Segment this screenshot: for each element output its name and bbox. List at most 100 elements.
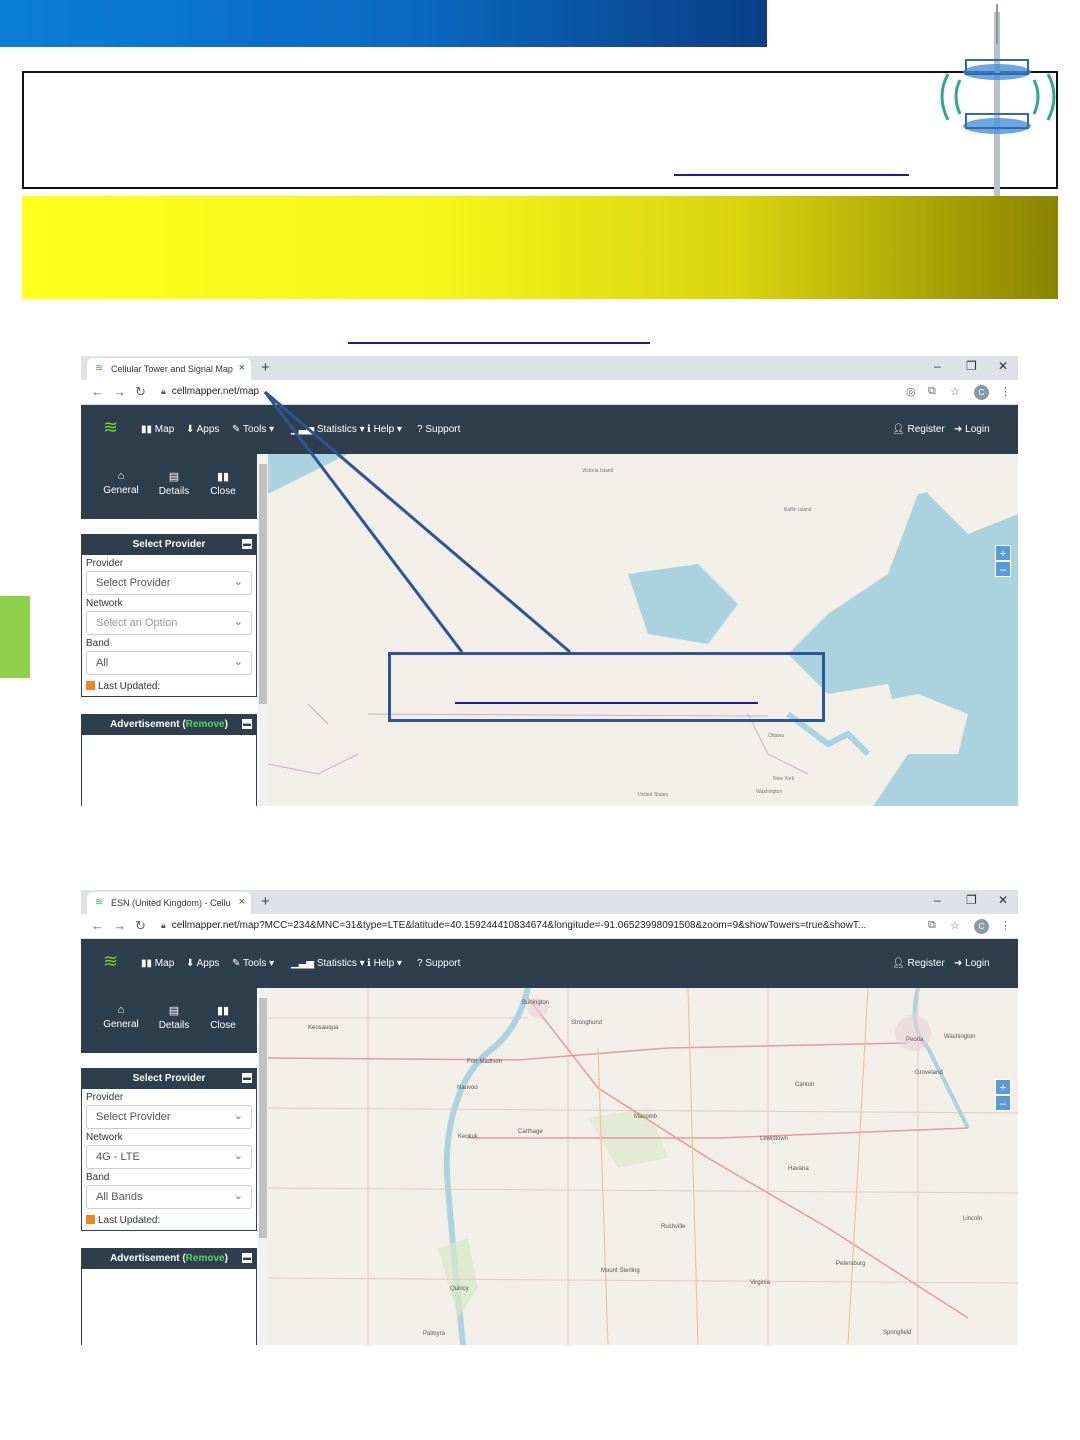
minimize-icon[interactable]: – <box>934 893 941 907</box>
star-icon[interactable]: ☆ <box>950 385 960 398</box>
wifi-icon: ≋ <box>95 897 104 908</box>
minimize-icon[interactable]: – <box>934 359 941 373</box>
register-button[interactable]: 👤︎ Register <box>892 424 945 435</box>
plus-icon[interactable]: + <box>261 893 270 910</box>
signal-logo-icon[interactable]: ≋ <box>103 951 118 972</box>
reload-icon[interactable]: ↻ <box>135 918 146 934</box>
remove-ad-link[interactable]: Remove <box>186 1253 225 1264</box>
collapse-icon[interactable]: ▬ <box>242 1253 252 1263</box>
general-button[interactable]: ⌂ General <box>96 470 146 496</box>
sidebar: ⌂ General ▤ Details ▮▮ Close Select Provide… <box>81 988 257 1345</box>
map-canvas[interactable]: Burlington Keosauqua Stronghurst Peoria … <box>268 988 1018 1345</box>
collapse-icon[interactable]: ▬ <box>242 539 252 549</box>
map-label-nauvoo: Nauvoo <box>457 1085 478 1091</box>
nav-help[interactable]: ℹ Help ▾ <box>367 424 402 435</box>
plus-icon[interactable]: + <box>261 359 270 376</box>
map-icon: ▮▮ <box>216 1005 230 1017</box>
back-arrow-icon[interactable]: ← <box>91 918 104 933</box>
band-select[interactable]: All Bands ⌄ <box>86 1185 252 1209</box>
url-input[interactable]: 🔒︎ cellmapper.net/map <box>161 386 921 397</box>
map-label-baffin: Baffin Island <box>784 507 812 513</box>
more-vert-icon[interactable]: ⋮ <box>1000 919 1011 932</box>
callout-box <box>388 652 825 722</box>
collapse-icon[interactable]: ▬ <box>242 1073 252 1083</box>
back-arrow-icon[interactable]: ← <box>91 384 104 399</box>
login-button[interactable]: ➜ Login <box>954 958 990 969</box>
zoom-in-button[interactable]: + <box>995 545 1011 561</box>
intro-link-underline[interactable] <box>674 174 909 176</box>
nav-apps[interactable]: ⬇ Apps <box>186 424 219 435</box>
star-icon[interactable]: ☆ <box>950 919 960 932</box>
url-input[interactable]: 🔒︎ cellmapper.net/map?MCC=234&MNC=31&type… <box>161 920 916 931</box>
nav-statistics[interactable]: ▁▃▅ Statistics ▾ <box>291 958 365 969</box>
forward-arrow-icon[interactable]: → <box>113 918 126 933</box>
yellow-banner <box>22 196 1058 299</box>
chevron-down-icon: ⌄ <box>233 1150 243 1162</box>
last-updated: Last Updated: <box>82 1209 256 1230</box>
callout-link-underline[interactable] <box>455 702 758 704</box>
nav-tools[interactable]: ✎ Tools ▾ <box>232 424 274 435</box>
register-button[interactable]: 👤︎ Register <box>892 958 945 969</box>
zoom-out-button[interactable]: – <box>995 561 1011 577</box>
network-select[interactable]: Select an Option ⌄ <box>86 611 252 635</box>
cellmapper-link-underline[interactable] <box>348 342 650 344</box>
avatar[interactable]: C <box>974 919 989 934</box>
map-label-petersburg: Petersburg <box>836 1261 865 1267</box>
remove-ad-link[interactable]: Remove <box>186 719 225 730</box>
band-label: Band <box>86 638 110 649</box>
collapse-icon[interactable]: ▬ <box>242 719 252 729</box>
translate-icon[interactable]: ⧉ <box>928 919 936 932</box>
close-icon[interactable]: × <box>239 362 245 374</box>
nav-map[interactable]: ▮▮ Map <box>141 958 174 969</box>
avatar[interactable]: C <box>974 385 989 400</box>
provider-select[interactable]: Select Provider ⌄ <box>86 1105 252 1129</box>
nav-support[interactable]: ? Support <box>417 958 460 969</box>
zoom-in-button[interactable]: + <box>995 1079 1011 1095</box>
map-label-keokuk: Keokuk <box>458 1134 479 1140</box>
map-label-canton: Canton <box>795 1082 814 1088</box>
details-button[interactable]: ▤ Details <box>149 470 199 497</box>
close-icon[interactable]: × <box>239 896 245 908</box>
rss-icon <box>86 1215 95 1224</box>
location-icon[interactable]: ◎ <box>906 385 916 398</box>
close-window-icon[interactable]: ✕ <box>998 359 1008 373</box>
browser-tab[interactable]: ≋ ESN (United Kingdom) - Cellu × <box>87 892 251 914</box>
nav-apps[interactable]: ⬇ Apps <box>186 958 219 969</box>
restore-icon[interactable]: ❐ <box>966 893 977 907</box>
scrollbar-thumb[interactable] <box>259 998 267 1238</box>
advertisement-panel: Advertisement (Remove) ▬ <box>81 714 257 806</box>
signal-logo-icon[interactable]: ≋ <box>103 417 118 438</box>
details-icon: ▤ <box>168 471 180 483</box>
close-panel-button[interactable]: ▮▮ Close <box>198 1004 248 1031</box>
restore-icon[interactable]: ❐ <box>966 359 977 373</box>
zoom-out-button[interactable]: – <box>995 1095 1011 1111</box>
reload-icon[interactable]: ↻ <box>135 384 146 400</box>
translate-icon[interactable]: ⧉ <box>928 385 936 398</box>
scrollbar-thumb[interactable] <box>259 464 267 704</box>
close-window-icon[interactable]: ✕ <box>998 893 1008 907</box>
forward-arrow-icon[interactable]: → <box>113 384 126 399</box>
nav-help[interactable]: ℹ Help ▾ <box>367 958 402 969</box>
more-vert-icon[interactable]: ⋮ <box>1000 385 1011 398</box>
home-icon: ⌂ <box>117 470 125 482</box>
chevron-down-icon: ⌄ <box>233 656 243 668</box>
nav-support[interactable]: ? Support <box>417 424 460 435</box>
provider-select[interactable]: Select Provider ⌄ <box>86 571 252 595</box>
last-updated: Last Updated: <box>82 675 256 696</box>
provider-label: Provider <box>86 1092 124 1103</box>
band-select[interactable]: All ⌄ <box>86 651 252 675</box>
app-navbar: ≋ ▮▮ Map ⬇ Apps ✎ Tools ▾ ▁▃▅ Statistics… <box>81 405 1018 454</box>
nav-statistics[interactable]: ▁▃▅ Statistics ▾ <box>291 424 365 435</box>
map-label-newyork: New York <box>773 776 795 782</box>
provider-label: Provider <box>86 558 124 569</box>
browser-tab[interactable]: ≋ Cellular Tower and Signal Map × <box>87 358 251 380</box>
wifi-icon: ≋ <box>95 363 104 374</box>
nav-tools[interactable]: ✎ Tools ▾ <box>232 958 274 969</box>
nav-map[interactable]: ▮▮ Map <box>141 424 174 435</box>
general-button[interactable]: ⌂ General <box>96 1004 146 1030</box>
close-panel-button[interactable]: ▮▮ Close <box>198 470 248 497</box>
map-canvas[interactable]: Victoria Island Baffin Island Ottawa New… <box>268 454 1018 806</box>
network-select[interactable]: 4G - LTE ⌄ <box>86 1145 252 1169</box>
login-button[interactable]: ➜ Login <box>954 424 990 435</box>
details-button[interactable]: ▤ Details <box>149 1004 199 1031</box>
